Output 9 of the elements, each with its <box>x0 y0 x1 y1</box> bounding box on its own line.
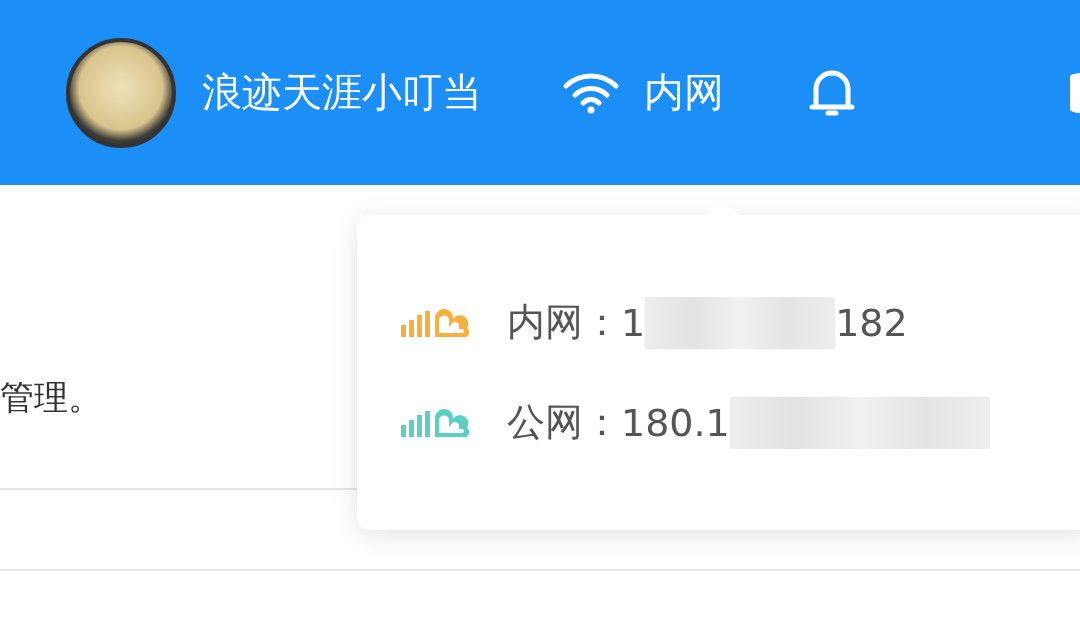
network-label[interactable]: 内网 <box>644 65 724 120</box>
network-type-label: 内网： <box>507 299 621 346</box>
username[interactable]: 浪迹天涯小叮当 <box>202 65 482 120</box>
ip-address-end: 182 <box>835 300 908 345</box>
description-text: 管理。 <box>0 376 102 419</box>
network-type-label: 公网： <box>507 399 621 446</box>
ip-address: 180.1 <box>621 400 730 445</box>
wifi-icon <box>562 71 620 114</box>
ip-address: 1 <box>621 300 646 345</box>
